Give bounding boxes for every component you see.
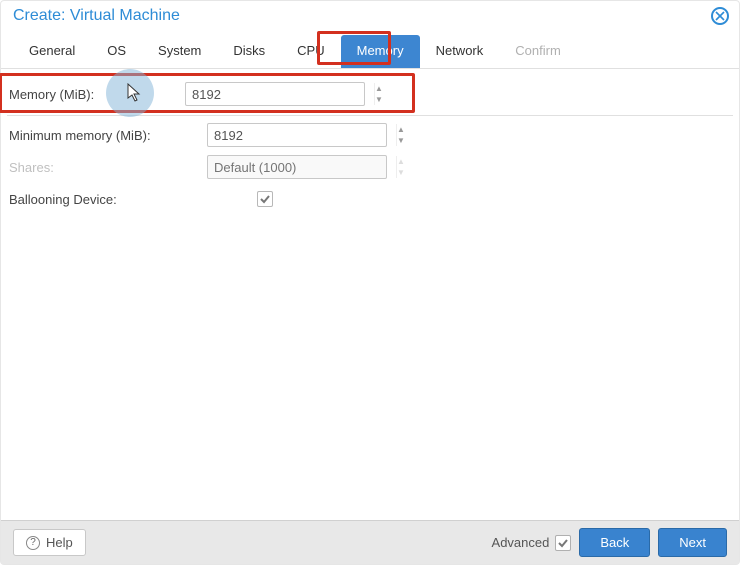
content-area: Memory (MiB): ▲ ▼ Minimum memory (MiB): …: [1, 69, 739, 520]
help-button[interactable]: ? Help: [13, 529, 86, 556]
shares-spinner: ▲ ▼: [207, 155, 387, 179]
advanced-toggle[interactable]: Advanced: [492, 535, 572, 551]
help-label: Help: [46, 535, 73, 550]
footer: ? Help Advanced Back Next: [1, 520, 739, 564]
close-icon[interactable]: [711, 7, 729, 25]
back-button[interactable]: Back: [579, 528, 650, 557]
ballooning-label: Ballooning Device:: [7, 192, 207, 207]
tab-disks[interactable]: Disks: [217, 35, 281, 68]
next-button[interactable]: Next: [658, 528, 727, 557]
tab-memory[interactable]: Memory: [341, 35, 420, 68]
row-min-memory: Minimum memory (MiB): ▲ ▼: [7, 120, 733, 150]
advanced-label: Advanced: [492, 535, 550, 550]
memory-form: Memory (MiB): ▲ ▼ Minimum memory (MiB): …: [1, 69, 739, 214]
shares-stepper-buttons: ▲ ▼: [396, 156, 405, 178]
chevron-down-icon: ▼: [397, 167, 405, 178]
chevron-down-icon[interactable]: ▼: [397, 135, 405, 146]
titlebar: Create: Virtual Machine: [1, 1, 739, 31]
create-vm-dialog: Create: Virtual Machine General OS Syste…: [0, 0, 740, 565]
min-memory-input[interactable]: [208, 124, 396, 146]
row-shares: Shares: ▲ ▼: [7, 152, 733, 182]
shares-input: [208, 156, 396, 178]
min-memory-label: Minimum memory (MiB):: [7, 128, 207, 143]
tabbar: General OS System Disks CPU Memory Netwo…: [1, 31, 739, 69]
memory-stepper-buttons[interactable]: ▲ ▼: [374, 83, 383, 105]
memory-spinner[interactable]: ▲ ▼: [185, 82, 365, 106]
chevron-up-icon[interactable]: ▲: [397, 124, 405, 135]
divider: [7, 115, 733, 116]
tab-general[interactable]: General: [13, 35, 91, 68]
chevron-down-icon[interactable]: ▼: [375, 94, 383, 105]
chevron-up-icon: ▲: [397, 156, 405, 167]
tab-network[interactable]: Network: [420, 35, 500, 68]
row-ballooning: Ballooning Device:: [7, 184, 733, 214]
ballooning-checkbox[interactable]: [257, 191, 273, 207]
check-icon: [557, 537, 569, 549]
min-memory-stepper-buttons[interactable]: ▲ ▼: [396, 124, 405, 146]
advanced-checkbox[interactable]: [555, 535, 571, 551]
dialog-title: Create: Virtual Machine: [13, 7, 180, 25]
tab-os[interactable]: OS: [91, 35, 142, 68]
min-memory-spinner[interactable]: ▲ ▼: [207, 123, 387, 147]
help-icon: ?: [26, 536, 40, 550]
check-icon: [259, 193, 271, 205]
chevron-up-icon[interactable]: ▲: [375, 83, 383, 94]
memory-label: Memory (MiB):: [7, 87, 207, 102]
row-memory: Memory (MiB): ▲ ▼: [7, 79, 733, 109]
tab-system[interactable]: System: [142, 35, 217, 68]
tab-confirm: Confirm: [499, 35, 577, 68]
shares-label: Shares:: [7, 160, 207, 175]
memory-input[interactable]: [186, 83, 374, 105]
tab-cpu[interactable]: CPU: [281, 35, 340, 68]
